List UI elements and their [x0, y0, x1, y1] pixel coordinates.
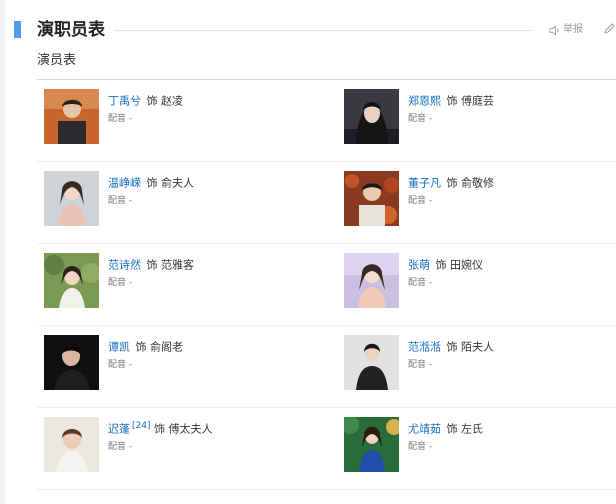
- role-prefix: 饰: [446, 422, 458, 436]
- actor-link[interactable]: 董子凡: [408, 177, 441, 190]
- dub-label: 配音: [408, 441, 427, 452]
- actor-photo-green-garden: [44, 253, 99, 308]
- role-name: 傅庭芸: [461, 94, 494, 108]
- actor-link[interactable]: 谭凯: [108, 341, 130, 354]
- actor-link[interactable]: 范湉湉: [408, 341, 441, 354]
- role-prefix: 饰: [446, 176, 458, 190]
- dub-label: 配音: [408, 359, 427, 370]
- role-prefix: 饰: [435, 258, 447, 272]
- cast-entry: 尤靖茹 饰 左氏 配音 -: [344, 417, 616, 473]
- actor-photo[interactable]: [344, 253, 399, 308]
- dub-value: -: [128, 195, 133, 206]
- cast-row: 谭凯 饰 俞阁老 配音 - 范湉湉 饰 陌夫人 配音 -: [37, 326, 616, 408]
- role-prefix: 饰: [446, 94, 458, 108]
- cast-entry: 温峥嵘 饰 俞夫人 配音 -: [44, 171, 324, 227]
- left-edge-strip: [0, 0, 5, 504]
- role-name: 左氏: [461, 422, 483, 436]
- dub-label: 配音: [408, 113, 427, 124]
- dub-value: -: [428, 441, 433, 452]
- actor-photo-black-suit: [44, 335, 99, 390]
- actor-photo[interactable]: [344, 335, 399, 390]
- cast-row: 范诗然 饰 范雅客 配音 - 张萌 饰 田婉仪 配音 -: [37, 244, 616, 326]
- actor-photo[interactable]: [44, 89, 99, 144]
- actor-photo[interactable]: [44, 171, 99, 226]
- actor-link[interactable]: 丁禹兮: [108, 95, 141, 108]
- role-name: 赵凌: [161, 94, 183, 108]
- actor-photo-pastel: [344, 253, 399, 308]
- speaker-icon: [549, 24, 559, 36]
- actor-photo[interactable]: [344, 171, 399, 226]
- actor-link[interactable]: 迟蓬: [108, 423, 130, 436]
- role-name: 俞阁老: [150, 340, 183, 354]
- dub-value: -: [428, 359, 433, 370]
- report-label: 举报: [563, 24, 583, 35]
- cast-row: 丁禹兮 饰 赵凌 配音 - 郑恩熙 饰 傅庭芸 配音 -: [37, 80, 616, 162]
- cast-entry: 范诗然 饰 范雅客 配音 -: [44, 253, 324, 309]
- cast-row: 迟蓬 [24] 饰 傅太夫人 配音 - 尤靖茹 饰 左氏 配音 -: [37, 408, 616, 490]
- cast-entry: 范湉湉 饰 陌夫人 配音 -: [344, 335, 616, 391]
- dub-value: -: [128, 113, 133, 124]
- role-prefix: 饰: [146, 94, 158, 108]
- role-prefix: 饰: [153, 422, 165, 436]
- dub-label: 配音: [408, 195, 427, 206]
- pencil-icon[interactable]: [603, 23, 615, 35]
- actor-photo[interactable]: [44, 417, 99, 472]
- dub-value: -: [428, 113, 433, 124]
- role-name: 陌夫人: [461, 340, 494, 354]
- actor-photo[interactable]: [44, 253, 99, 308]
- title-divider: [114, 30, 532, 31]
- actor-link[interactable]: 尤靖茹: [408, 423, 441, 436]
- role-name: 俞敬修: [461, 176, 494, 190]
- cast-entry: 迟蓬 [24] 饰 傅太夫人 配音 -: [44, 417, 324, 473]
- dub-value: -: [428, 195, 433, 206]
- section-header: 演职员表 举报: [0, 18, 616, 44]
- actor-link[interactable]: 温峥嵘: [108, 177, 141, 190]
- role-prefix: 饰: [135, 340, 147, 354]
- role-name: 俞夫人: [161, 176, 194, 190]
- dub-label: 配音: [108, 113, 127, 124]
- actor-photo-brown-suit: [44, 89, 99, 144]
- citation-ref[interactable]: [24]: [132, 421, 150, 431]
- role-prefix: 饰: [446, 340, 458, 354]
- dub-label: 配音: [108, 359, 127, 370]
- actor-photo-dark-hair: [344, 89, 399, 144]
- dub-value: -: [428, 277, 433, 288]
- cast-entry: 谭凯 饰 俞阁老 配音 -: [44, 335, 324, 391]
- actor-photo-blue-dress: [344, 417, 399, 472]
- cast-subtitle: 演员表: [37, 53, 77, 68]
- actor-photo[interactable]: [344, 417, 399, 472]
- actor-photo-light-background: [44, 417, 99, 472]
- cast-entry: 郑恩熙 饰 傅庭芸 配音 -: [344, 89, 616, 145]
- role-name: 范雅客: [161, 258, 194, 272]
- actor-link[interactable]: 范诗然: [108, 259, 141, 272]
- actor-photo-black-outfit: [344, 335, 399, 390]
- role-prefix: 饰: [146, 176, 158, 190]
- dub-value: -: [128, 441, 133, 452]
- role-name: 田婉仪: [450, 258, 483, 272]
- dub-label: 配音: [408, 277, 427, 288]
- actor-photo-autumn-leaves: [344, 171, 399, 226]
- section-title: 演职员表: [37, 20, 105, 40]
- actor-link[interactable]: 张萌: [408, 259, 430, 272]
- cast-entry: 丁禹兮 饰 赵凌 配音 -: [44, 89, 324, 145]
- role-prefix: 饰: [146, 258, 158, 272]
- actor-photo[interactable]: [44, 335, 99, 390]
- actor-photo-pink-dress: [44, 171, 99, 226]
- role-name: 傅太夫人: [168, 422, 213, 436]
- cast-row: 温峥嵘 饰 俞夫人 配音 - 董子凡 饰 俞敬修 配音 -: [37, 162, 616, 244]
- cast-entry: 董子凡 饰 俞敬修 配音 -: [344, 171, 616, 227]
- cast-list: 丁禹兮 饰 赵凌 配音 - 郑恩熙 饰 傅庭芸 配音 - 温峥嵘 饰 俞夫人 配…: [37, 80, 616, 490]
- dub-label: 配音: [108, 195, 127, 206]
- cast-entry: 张萌 饰 田婉仪 配音 -: [344, 253, 616, 309]
- dub-value: -: [128, 359, 133, 370]
- dub-label: 配音: [108, 277, 127, 288]
- dub-label: 配音: [108, 441, 127, 452]
- actor-photo[interactable]: [344, 89, 399, 144]
- report-button[interactable]: 举报: [549, 23, 583, 37]
- dub-value: -: [128, 277, 133, 288]
- actor-link[interactable]: 郑恩熙: [408, 95, 441, 108]
- section-accent-bar: [14, 21, 21, 38]
